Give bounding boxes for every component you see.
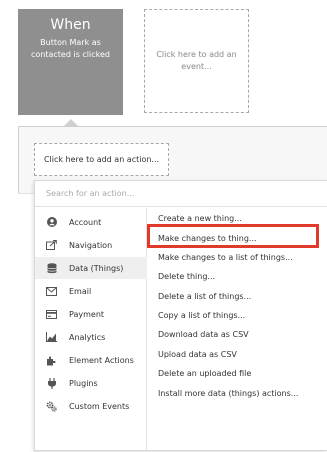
database-icon bbox=[46, 262, 57, 274]
navigation-icon bbox=[46, 240, 57, 251]
action-picker-dropdown: Account Navigation Data (Things) Email P… bbox=[34, 180, 327, 452]
analytics-icon bbox=[46, 332, 57, 343]
category-analytics[interactable]: Analytics bbox=[35, 326, 147, 348]
category-custom-events[interactable]: Custom Events bbox=[35, 395, 147, 417]
action-delete-thing[interactable]: Delete thing... bbox=[158, 270, 215, 284]
event-title: When bbox=[50, 17, 91, 33]
action-delete-list[interactable]: Delete a list of things... bbox=[158, 290, 251, 304]
account-icon bbox=[46, 217, 57, 228]
plugins-icon bbox=[46, 377, 57, 389]
action-download-csv[interactable]: Download data as CSV bbox=[158, 328, 249, 342]
category-plugins[interactable]: Plugins bbox=[35, 372, 147, 394]
category-account[interactable]: Account bbox=[35, 211, 147, 233]
category-label: Data (Things) bbox=[69, 263, 124, 273]
action-copy-list[interactable]: Copy a list of things... bbox=[158, 309, 245, 323]
category-label: Navigation bbox=[69, 240, 113, 250]
pointer-arrow bbox=[64, 119, 78, 126]
action-search-input[interactable] bbox=[35, 181, 327, 207]
panel-border-top bbox=[18, 126, 327, 127]
event-subtitle: Button Mark as contacted is clicked bbox=[30, 38, 110, 59]
category-label: Account bbox=[69, 217, 102, 227]
action-install-more[interactable]: Install more data (things) actions... bbox=[158, 387, 298, 401]
category-email[interactable]: Email bbox=[35, 280, 147, 302]
action-make-changes-to-list[interactable]: Make changes to a list of things... bbox=[158, 251, 293, 265]
panel-border-left bbox=[18, 126, 19, 194]
event-card-when[interactable]: When Button Mark as contacted is clicked bbox=[18, 9, 123, 115]
category-label: Custom Events bbox=[69, 401, 130, 411]
element-actions-icon bbox=[46, 355, 57, 366]
category-element-actions[interactable]: Element Actions bbox=[35, 349, 147, 371]
category-list: Account Navigation Data (Things) Email P… bbox=[35, 208, 147, 452]
category-payment[interactable]: Payment bbox=[35, 303, 147, 325]
add-action-label: Click here to add an action... bbox=[43, 155, 160, 164]
payment-icon bbox=[46, 309, 57, 320]
category-label: Element Actions bbox=[69, 355, 134, 365]
category-label: Payment bbox=[69, 309, 105, 319]
category-label: Analytics bbox=[69, 332, 106, 342]
category-label: Plugins bbox=[69, 378, 98, 388]
add-event-label: Click here to add an event... bbox=[156, 50, 237, 71]
action-delete-uploaded-file[interactable]: Delete an uploaded file bbox=[158, 367, 251, 381]
add-action-slot[interactable]: Click here to add an action... bbox=[34, 143, 169, 176]
highlight-annotation bbox=[147, 224, 319, 248]
action-upload-csv[interactable]: Upload data as CSV bbox=[158, 348, 237, 362]
category-label: Email bbox=[69, 286, 92, 296]
custom-events-icon bbox=[46, 401, 57, 412]
category-navigation[interactable]: Navigation bbox=[35, 234, 147, 256]
add-event-slot[interactable]: Click here to add an event... bbox=[144, 9, 249, 113]
email-icon bbox=[46, 286, 57, 297]
category-data-things[interactable]: Data (Things) bbox=[35, 257, 147, 279]
